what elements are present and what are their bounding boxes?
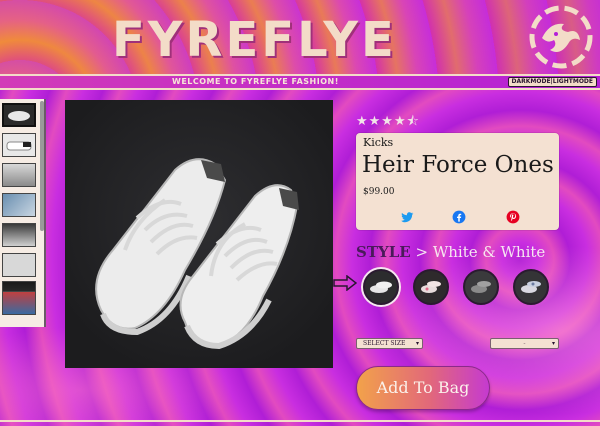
facebook-icon[interactable] bbox=[452, 210, 466, 224]
size-select[interactable]: SELECT SIZE ▾ bbox=[356, 338, 423, 349]
style-swatch-2[interactable] bbox=[413, 269, 449, 305]
product-category: Kicks bbox=[363, 136, 394, 149]
add-to-bag-button[interactable]: Add To Bag bbox=[356, 366, 490, 410]
main-product-image bbox=[65, 100, 333, 368]
style-selected-value: White & White bbox=[432, 243, 546, 261]
quantity-select-label: - bbox=[523, 340, 526, 347]
style-separator: > bbox=[415, 243, 429, 261]
style-swatch-3[interactable] bbox=[463, 269, 499, 305]
thumbnail-2[interactable] bbox=[2, 133, 36, 157]
site-logo[interactable]: FYREFLYE FASHN bbox=[112, 12, 600, 74]
thumbnail-gallery bbox=[0, 99, 46, 327]
dark-light-mode-toggle[interactable]: DARKMODE|LIGHTMODE bbox=[507, 77, 597, 87]
pinterest-icon[interactable] bbox=[506, 210, 520, 224]
thumbnail-4[interactable] bbox=[2, 193, 36, 217]
thumbnail-8[interactable] bbox=[2, 291, 36, 315]
style-swatch-1[interactable] bbox=[363, 269, 399, 305]
welcome-bar: WELCOME TO FYREFLYE FASHION! DARKMODE|LI… bbox=[0, 74, 600, 90]
style-selector-row: STYLE > White & White bbox=[356, 243, 545, 261]
quantity-select[interactable]: - ▾ bbox=[490, 338, 559, 349]
product-name: Heir Force Ones bbox=[362, 152, 554, 178]
rating-stars: ★★★★⯪ bbox=[356, 114, 420, 129]
chevron-down-icon: ▾ bbox=[415, 340, 419, 347]
sneakers-image bbox=[95, 158, 299, 350]
flame-swirl-emblem-icon bbox=[529, 5, 593, 69]
thumbnail-3[interactable] bbox=[2, 163, 36, 187]
style-swatch-4[interactable] bbox=[513, 269, 549, 305]
welcome-message: WELCOME TO FYREFLYE FASHION! bbox=[172, 77, 339, 86]
chevron-down-icon: ▾ bbox=[551, 340, 555, 347]
thumbnail-5[interactable] bbox=[2, 223, 36, 247]
thumbnail-scrollbar[interactable] bbox=[40, 101, 44, 231]
product-info-card: Kicks Heir Force Ones $99.00 bbox=[356, 133, 559, 230]
selected-arrow-icon bbox=[333, 275, 357, 291]
size-select-label: SELECT SIZE bbox=[363, 340, 406, 347]
thumbnail-1[interactable] bbox=[2, 103, 36, 127]
footer-divider bbox=[0, 420, 600, 422]
style-label: STYLE bbox=[356, 243, 411, 261]
product-price: $99.00 bbox=[363, 187, 395, 197]
twitter-icon[interactable] bbox=[400, 210, 414, 224]
site-header: FYREFLYE FASHN bbox=[0, 0, 600, 74]
thumbnail-6[interactable] bbox=[2, 253, 36, 277]
